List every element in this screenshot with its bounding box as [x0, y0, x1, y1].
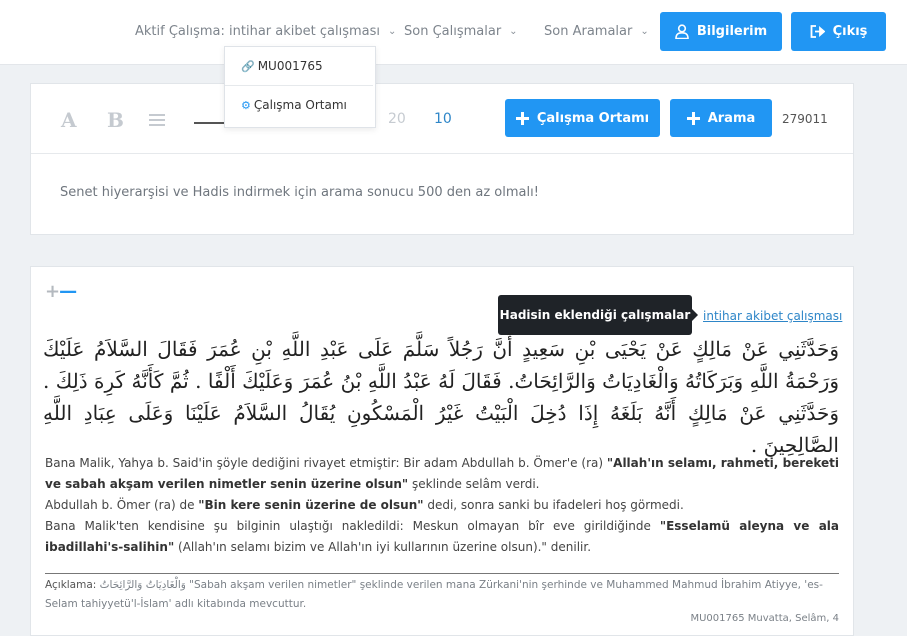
- font-size-option[interactable]: 20: [388, 111, 406, 127]
- font-a-icon[interactable]: A: [61, 108, 77, 132]
- plus-icon: [686, 111, 700, 125]
- result-count: 279011: [782, 112, 828, 126]
- profile-button-label: Bilgilerim: [696, 24, 768, 39]
- hadith-arabic-text: وَحَدَّثَنِي عَنْ مَالِكٍ عَنْ يَحْيَى ب…: [43, 337, 839, 457]
- tooltip-text: Hadisin eklendiği çalışmalar: [499, 308, 691, 322]
- chevron-down-icon: ⌄: [509, 26, 518, 37]
- text-span: Abdullah b. Ömer (ra) de: [45, 498, 199, 512]
- menu-item-workspace[interactable]: ⚙ Çalışma Ortamı: [225, 86, 375, 124]
- chevron-down-icon: ⌄: [387, 26, 397, 37]
- explanation-arabic: وَالْغَادِيَاتُ وَالرَّائِحَاتُ: [99, 579, 186, 591]
- active-study-dropdown[interactable]: Aktif Çalışma: intihar akibet çalışması ⌄: [135, 24, 396, 39]
- hadith-card: +— Hadisin eklendiği çalışmalar intihar …: [30, 266, 854, 636]
- toolbar-card: A B 20 10 Çalışma Ortamı Arama 279011 Se…: [30, 83, 854, 235]
- font-size-option-active[interactable]: 10: [434, 111, 452, 127]
- minus-icon[interactable]: —: [59, 281, 77, 302]
- recent-searches-label: Son Aramalar: [544, 24, 633, 39]
- text-span: dedi, sonra sanki bu ifadeleri hoş görme…: [423, 498, 684, 512]
- menu-item-label: MU001765: [257, 59, 323, 73]
- text-span: şeklinde selâm verdi.: [408, 477, 540, 491]
- logout-button-label: Çıkış: [832, 24, 868, 39]
- hadith-translation: Bana Malik, Yahya b. Said'in şöyle dediğ…: [45, 453, 839, 558]
- text-span: (Allah'ın selamı bizim ve Allah'ın iyi k…: [174, 540, 592, 554]
- chevron-down-icon: ⌄: [640, 26, 649, 37]
- menu-item-label: Çalışma Ortamı: [253, 98, 347, 112]
- align-justify-icon[interactable]: [149, 112, 165, 131]
- search-button-label: Arama: [707, 110, 756, 126]
- plus-icon[interactable]: +: [45, 281, 60, 302]
- sign-out-icon: [810, 25, 825, 38]
- active-study-menu: 🔗 MU001765 ⚙ Çalışma Ortamı: [224, 46, 376, 128]
- translation-paragraph: Abdullah b. Ömer (ra) de "Bin kere senin…: [45, 495, 839, 516]
- text-span: Bana Malik, Yahya b. Said'in şöyle dediğ…: [45, 456, 607, 470]
- explanation-label: Açıklama:: [45, 579, 97, 591]
- text-span: Bana Malik'ten kendisine şu bilginin ula…: [45, 519, 660, 533]
- workspace-button[interactable]: Çalışma Ortamı: [505, 99, 660, 137]
- studies-tooltip: Hadisin eklendiği çalışmalar: [498, 295, 698, 335]
- expand-collapse-controls: +—: [45, 281, 77, 302]
- link-icon: 🔗: [241, 59, 255, 73]
- recent-studies-dropdown[interactable]: Son Çalışmalar ⌄: [404, 24, 518, 39]
- recent-searches-dropdown[interactable]: Son Aramalar ⌄: [544, 24, 649, 39]
- study-link[interactable]: intihar akibet çalışması: [703, 309, 842, 323]
- translation-paragraph: Bana Malik'ten kendisine şu bilginin ula…: [45, 516, 839, 558]
- quote-text: "Bin kere senin üzerine de olsun": [198, 498, 424, 512]
- recent-studies-label: Son Çalışmalar: [404, 24, 502, 39]
- plus-icon: [515, 111, 529, 125]
- top-navbar: Aktif Çalışma: intihar akibet çalışması ⌄…: [0, 0, 907, 65]
- user-icon: [675, 24, 689, 39]
- divider: [45, 573, 839, 574]
- logout-button[interactable]: Çıkış: [791, 12, 886, 51]
- profile-button[interactable]: Bilgilerim: [660, 12, 782, 51]
- gears-icon: ⚙: [241, 98, 251, 112]
- menu-item-study-code[interactable]: 🔗 MU001765: [225, 47, 375, 85]
- result-limit-warning: Senet hiyerarşisi ve Hadis indirmek için…: [60, 185, 539, 200]
- workspace-button-label: Çalışma Ortamı: [536, 110, 650, 126]
- hadith-reference: MU001765 Muvatta, Selâm, 4: [690, 613, 839, 624]
- tooltip-arrow: [692, 309, 698, 321]
- search-button[interactable]: Arama: [670, 99, 772, 137]
- active-study-label: Aktif Çalışma: intihar akibet çalışması: [135, 24, 380, 39]
- divider: [31, 153, 853, 154]
- font-bold-icon[interactable]: B: [107, 108, 124, 132]
- explanation-note: Açıklama: وَالْغَادِيَاتُ وَالرَّائِحَات…: [45, 576, 839, 614]
- translation-paragraph: Bana Malik, Yahya b. Said'in şöyle dediğ…: [45, 453, 839, 495]
